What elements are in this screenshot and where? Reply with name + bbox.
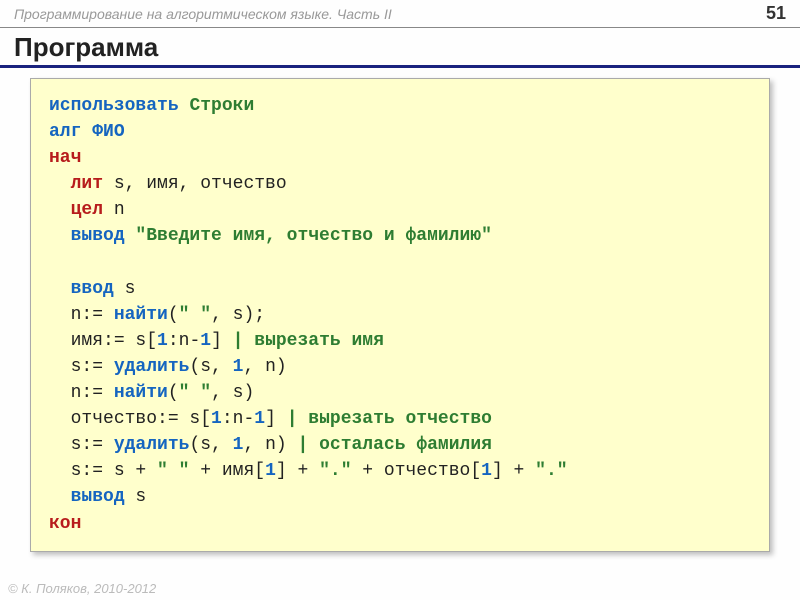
keyword-int: цел <box>71 200 103 220</box>
code-line: использовать Строки <box>49 93 751 119</box>
blank-line <box>49 250 751 276</box>
section-title: Программа <box>0 28 800 68</box>
string-space: " " <box>179 305 211 325</box>
code-line: n:= найти(" ", s); <box>49 302 751 328</box>
comment: | вырезать имя <box>233 331 384 351</box>
code-line: алг ФИО <box>49 119 751 145</box>
keyword-output: вывод <box>71 487 125 507</box>
code-line: кон <box>49 511 751 537</box>
comment: | вырезать отчество <box>287 409 492 429</box>
code-line: вывод s <box>49 484 751 510</box>
string-space: " " <box>179 383 211 403</box>
keyword-begin: нач <box>49 148 81 168</box>
fn-find: найти <box>114 383 168 403</box>
code-line: n:= найти(" ", s) <box>49 380 751 406</box>
keyword-lit: лит <box>71 174 103 194</box>
keyword-input: ввод <box>71 279 114 299</box>
code-line: нач <box>49 145 751 171</box>
code-line: вывод "Введите имя, отчество и фамилию" <box>49 223 751 249</box>
code-line: ввод s <box>49 276 751 302</box>
code-block: использовать Строки алг ФИО нач лит s, и… <box>30 78 770 552</box>
code-line: отчество:= s[1:n-1] | вырезать отчество <box>49 406 751 432</box>
code-line: цел n <box>49 197 751 223</box>
var-n: n <box>103 200 125 220</box>
page-number: 51 <box>766 3 786 24</box>
code-line: s:= удалить(s, 1, n) | осталась фамилия <box>49 432 751 458</box>
code-line: имя:= s[1:n-1] | вырезать имя <box>49 328 751 354</box>
library-name: Строки <box>189 96 254 116</box>
code-line: s:= s + " " + имя[1] + "." + отчество[1]… <box>49 458 751 484</box>
breadcrumb: Программирование на алгоритмическом язык… <box>14 6 392 22</box>
alg-name: ФИО <box>92 122 124 142</box>
keyword-output: вывод <box>71 226 125 246</box>
footer-copyright: © К. Поляков, 2010-2012 <box>8 581 156 596</box>
var-s: s <box>114 279 136 299</box>
string-literal: "Введите имя, отчество и фамилию" <box>125 226 492 246</box>
header-bar: Программирование на алгоритмическом язык… <box>0 0 800 28</box>
fn-delete: удалить <box>114 435 190 455</box>
keyword-end: кон <box>49 514 81 534</box>
code-line: лит s, имя, отчество <box>49 171 751 197</box>
fn-delete: удалить <box>114 357 190 377</box>
comment: | осталась фамилия <box>298 435 492 455</box>
keyword-alg: алг <box>49 122 81 142</box>
keyword-use: использовать <box>49 96 179 116</box>
fn-find: найти <box>114 305 168 325</box>
code-line: s:= удалить(s, 1, n) <box>49 354 751 380</box>
var-list: s, имя, отчество <box>103 174 287 194</box>
